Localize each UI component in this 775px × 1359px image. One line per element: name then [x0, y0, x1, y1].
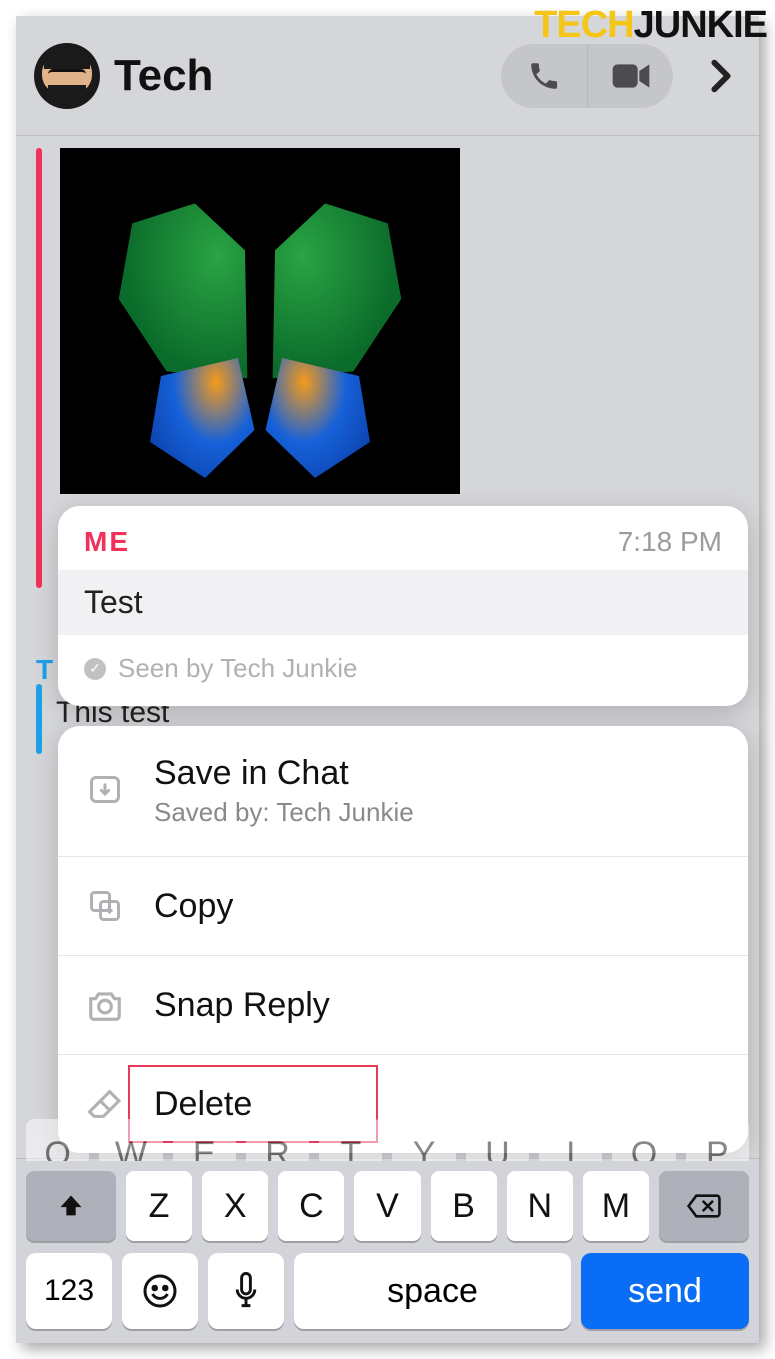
- save-icon: [84, 770, 126, 812]
- chat-title[interactable]: Tech: [114, 51, 487, 101]
- emoji-icon: [142, 1273, 178, 1309]
- menu-delete-label: Delete: [154, 1085, 252, 1124]
- key-i[interactable]: I: [539, 1119, 602, 1161]
- camera-icon: [84, 984, 126, 1026]
- space-key[interactable]: space: [294, 1253, 571, 1329]
- key-x[interactable]: X: [202, 1171, 268, 1241]
- emoji-key[interactable]: [122, 1253, 198, 1329]
- key-b[interactable]: B: [431, 1171, 497, 1241]
- key-u[interactable]: U: [466, 1119, 529, 1161]
- dictation-key[interactable]: [208, 1253, 284, 1329]
- keyboard-row-qwerty: QWERTYUIOP: [16, 1119, 759, 1161]
- video-call-button[interactable]: [587, 44, 673, 108]
- key-v[interactable]: V: [354, 1171, 420, 1241]
- menu-save-subtitle: Saved by: Tech Junkie: [154, 797, 414, 828]
- keyboard-bottom-row: 123 space send: [16, 1241, 759, 1343]
- keyboard-row-zxcv: ZXCVBNM: [16, 1161, 759, 1241]
- menu-copy[interactable]: Copy: [58, 857, 748, 956]
- received-sender-label-partial: T: [36, 654, 53, 686]
- message-time: 7:18 PM: [618, 526, 722, 558]
- key-q[interactable]: Q: [26, 1119, 89, 1161]
- message-text: Test: [58, 570, 748, 635]
- keyboard: QWERTYUIOP ZXCVBNM 123 space send: [16, 1158, 759, 1343]
- chevron-right-icon: [711, 59, 731, 93]
- popover-header: ME 7:18 PM: [58, 506, 748, 570]
- microphone-icon: [233, 1272, 259, 1310]
- menu-snap-reply[interactable]: Snap Reply: [58, 956, 748, 1055]
- key-n[interactable]: N: [507, 1171, 573, 1241]
- backspace-key[interactable]: [659, 1171, 749, 1241]
- voice-call-button[interactable]: [501, 44, 587, 108]
- seen-text: Seen by Tech Junkie: [118, 653, 357, 684]
- menu-save-in-chat[interactable]: Save in Chat Saved by: Tech Junkie: [58, 726, 748, 857]
- key-z[interactable]: Z: [126, 1171, 192, 1241]
- seen-check-icon: ✓: [84, 658, 106, 680]
- keyboard-mode-key[interactable]: 123: [26, 1253, 112, 1329]
- key-e[interactable]: E: [173, 1119, 236, 1161]
- app-screen: Tech T This test: [16, 16, 759, 1343]
- key-m[interactable]: M: [583, 1171, 649, 1241]
- backspace-icon: [686, 1192, 722, 1220]
- received-indicator-bar: [36, 684, 42, 754]
- key-c[interactable]: C: [278, 1171, 344, 1241]
- key-y[interactable]: Y: [392, 1119, 455, 1161]
- menu-copy-label: Copy: [154, 887, 233, 926]
- phone-icon: [527, 59, 561, 93]
- key-o[interactable]: O: [612, 1119, 675, 1161]
- sent-indicator-bar: [36, 148, 42, 588]
- shift-key[interactable]: [26, 1171, 116, 1241]
- sender-label: ME: [84, 526, 130, 558]
- copy-icon: [84, 885, 126, 927]
- chat-header: Tech: [16, 16, 759, 136]
- message-preview-popover: ME 7:18 PM Test ✓ Seen by Tech Junkie: [58, 506, 748, 706]
- context-menu: Save in Chat Saved by: Tech Junkie Copy …: [58, 726, 748, 1153]
- menu-save-label: Save in Chat: [154, 754, 414, 793]
- video-icon: [611, 61, 651, 91]
- seen-status: ✓ Seen by Tech Junkie: [58, 635, 748, 706]
- key-w[interactable]: W: [99, 1119, 162, 1161]
- avatar[interactable]: [34, 43, 100, 109]
- sent-image[interactable]: [60, 148, 460, 494]
- menu-snap-reply-label: Snap Reply: [154, 986, 330, 1025]
- chat-details-button[interactable]: [701, 46, 741, 106]
- call-buttons-group: [501, 44, 673, 108]
- shift-icon: [57, 1192, 85, 1220]
- key-t[interactable]: T: [319, 1119, 382, 1161]
- key-p[interactable]: P: [686, 1119, 749, 1161]
- key-r[interactable]: R: [246, 1119, 309, 1161]
- send-key[interactable]: send: [581, 1253, 749, 1329]
